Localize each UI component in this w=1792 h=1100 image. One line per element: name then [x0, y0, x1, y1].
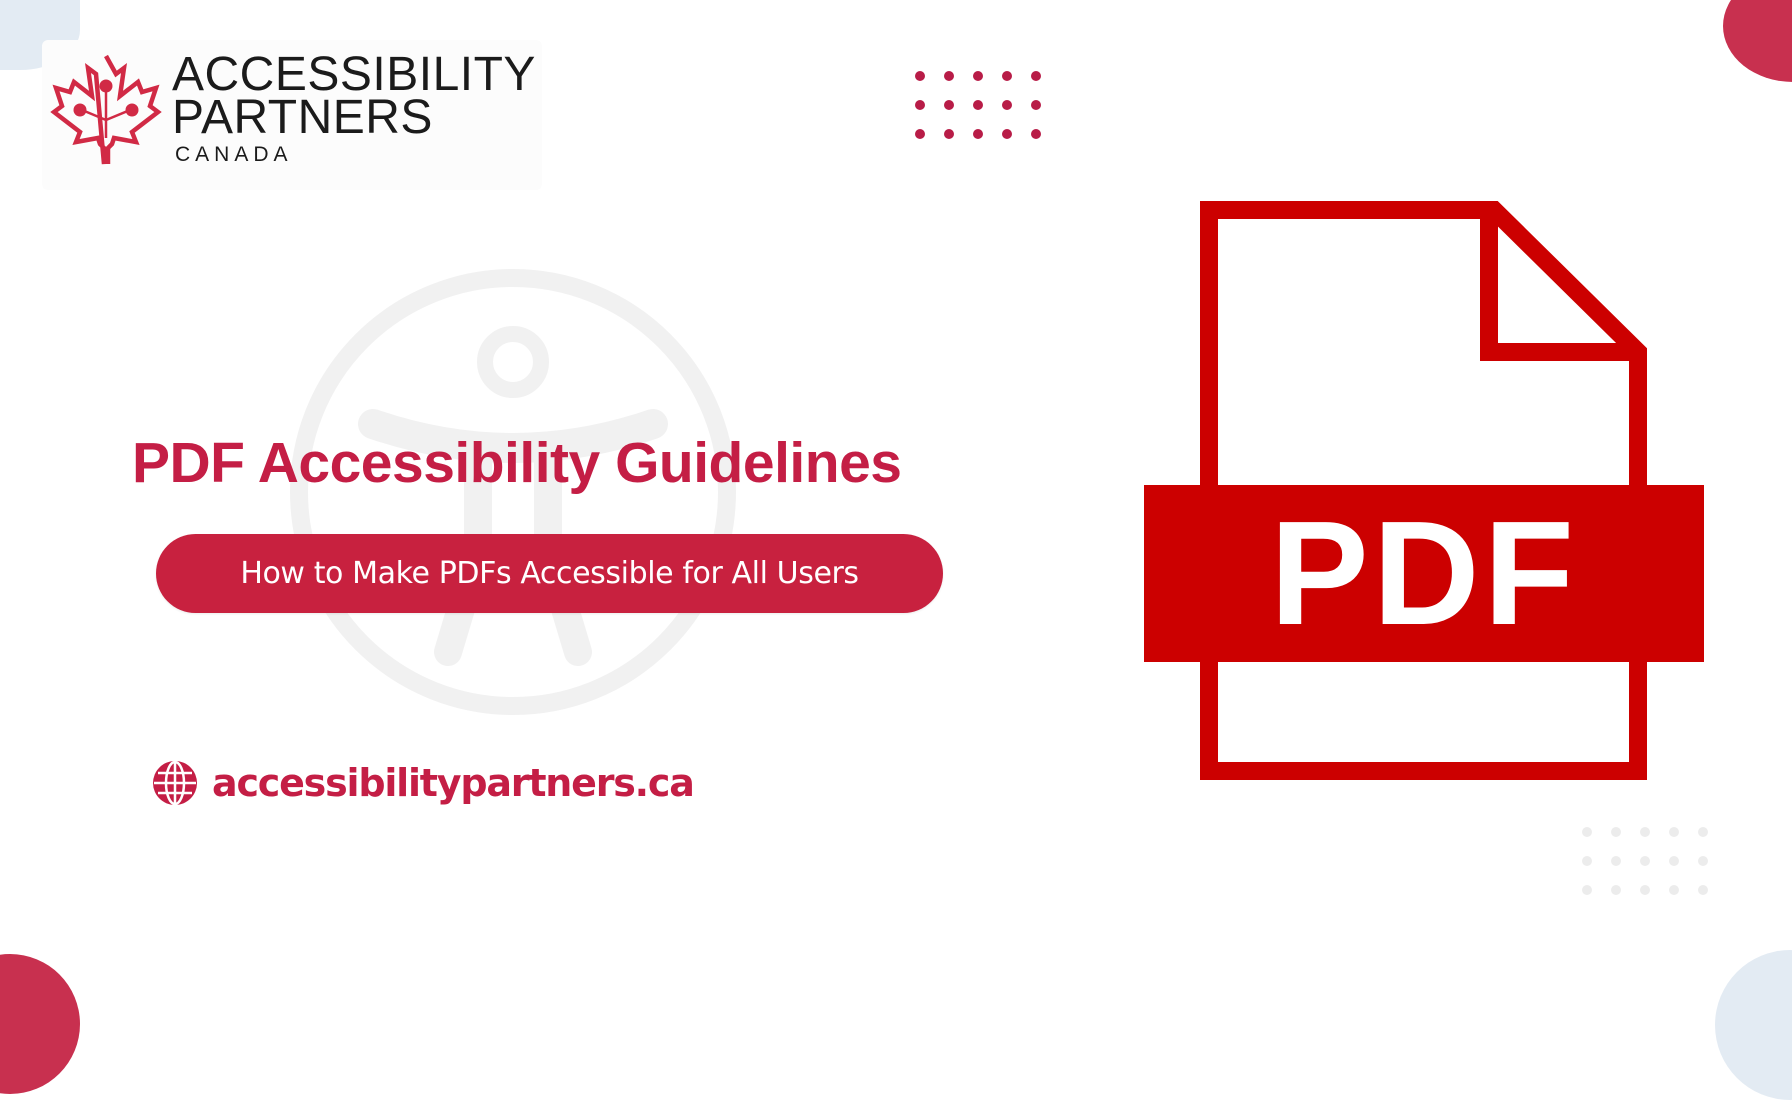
decorative-dot — [1640, 885, 1650, 895]
decorative-dot — [973, 129, 983, 139]
decorative-dot — [1698, 827, 1708, 837]
decorative-dot — [1611, 885, 1621, 895]
subtitle-badge: How to Make PDFs Accessible for All User… — [156, 534, 943, 613]
decorative-dot — [1002, 100, 1012, 110]
decorative-dot — [1031, 71, 1041, 81]
decorative-circle-top-right — [1723, 0, 1792, 82]
website-url: accessibilitypartners.ca — [212, 761, 695, 805]
decorative-dot — [1031, 129, 1041, 139]
decorative-dot — [1640, 827, 1650, 837]
decorative-dot — [1669, 827, 1679, 837]
decorative-dot — [915, 100, 925, 110]
decorative-dot — [1669, 856, 1679, 866]
decorative-dot — [915, 129, 925, 139]
decorative-dot — [1582, 885, 1592, 895]
decorative-dot — [1582, 827, 1592, 837]
decorative-dot — [1031, 100, 1041, 110]
decorative-dot-grid-red — [913, 69, 1053, 145]
decorative-dot-grid-grey — [1580, 825, 1720, 901]
decorative-dot — [944, 129, 954, 139]
decorative-dot — [973, 71, 983, 81]
pdf-label: PDF — [1270, 490, 1578, 656]
decorative-dot — [973, 100, 983, 110]
decorative-dot — [1698, 885, 1708, 895]
decorative-dot — [1002, 71, 1012, 81]
decorative-dot — [1611, 856, 1621, 866]
decorative-dot — [1611, 827, 1621, 837]
decorative-dot — [1002, 129, 1012, 139]
decorative-dot — [915, 71, 925, 81]
decorative-dot — [944, 71, 954, 81]
brand-name-line2: PARTNERS — [172, 91, 433, 144]
globe-icon — [152, 760, 198, 806]
page-title: PDF Accessibility Guidelines — [132, 431, 902, 495]
website-link[interactable]: accessibilitypartners.ca — [152, 758, 695, 808]
brand-name-line3: CANADA — [175, 143, 293, 166]
decorative-dot — [1640, 856, 1650, 866]
maple-leaf-circuit-icon — [50, 52, 162, 168]
subtitle-text: How to Make PDFs Accessible for All User… — [240, 556, 859, 591]
decorative-dot — [1698, 856, 1708, 866]
decorative-dot — [944, 100, 954, 110]
decorative-dot — [1582, 856, 1592, 866]
decorative-circle-bottom-right — [1715, 950, 1792, 1100]
decorative-dot — [1669, 885, 1679, 895]
decorative-circle-bottom-left — [0, 954, 80, 1094]
